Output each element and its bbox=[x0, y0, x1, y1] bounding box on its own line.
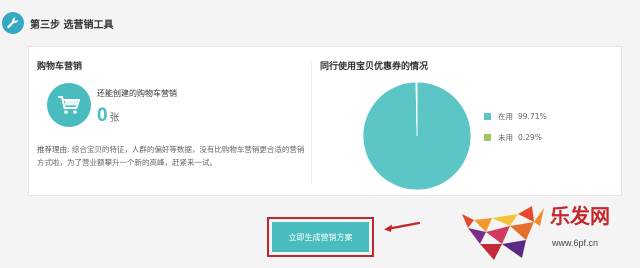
recommend-reason: 推荐理由: 综合宝贝的特征，人群的偏好等数据，没有比购物车营销更合适的营销方式啦… bbox=[37, 143, 305, 169]
bull-logo-icon bbox=[462, 206, 544, 260]
legend-item-unused: 未用 0.29% bbox=[484, 132, 547, 143]
annotation-arrow-icon bbox=[384, 221, 421, 232]
recommend-reason-label: 推荐理由: bbox=[37, 145, 70, 154]
pie-svg bbox=[362, 81, 472, 191]
remaining-count-unit: 张 bbox=[109, 113, 120, 124]
shopping-cart-icon bbox=[47, 83, 91, 127]
watermark: 乐发网 www.6pf.cn bbox=[452, 200, 640, 264]
recommend-reason-text: 综合宝贝的特征，人群的偏好等数据，没有比购物车营销更合适的营销方式啦，为了营业额… bbox=[37, 145, 305, 167]
legend-label: 未用 bbox=[498, 133, 513, 142]
watermark-brand: 乐发网 bbox=[550, 204, 610, 228]
pie-legend: 在用 99.71% 未用 0.29% bbox=[484, 111, 547, 153]
coupon-usage-pie-chart bbox=[362, 81, 472, 191]
step-title: 第三步 选营销工具 bbox=[30, 20, 114, 31]
legend-swatch bbox=[484, 134, 491, 141]
cart-marketing-title: 购物车营销 bbox=[37, 62, 83, 72]
remaining-count-value: 0 bbox=[97, 105, 108, 126]
wrench-icon bbox=[2, 12, 24, 34]
legend-swatch bbox=[484, 113, 491, 120]
cart-marketing-panel: 购物车营销 还能创建的购物车营销 0张 推荐理由: 综合宝贝的特征，人群的偏好等… bbox=[29, 47, 311, 195]
marketing-tool-card: 购物车营销 还能创建的购物车营销 0张 推荐理由: 综合宝贝的特征，人群的偏好等… bbox=[28, 46, 622, 196]
watermark-url: www.6pf.cn bbox=[552, 238, 599, 248]
remaining-count: 0张 bbox=[97, 105, 120, 127]
legend-label: 在用 bbox=[498, 112, 513, 121]
legend-item-in-use: 在用 99.71% bbox=[484, 111, 547, 122]
legend-value: 99.71% bbox=[518, 112, 547, 121]
coupon-usage-panel: 同行使用宝贝优惠券的情况 在用 99.71% 未用 0.29% bbox=[312, 47, 623, 195]
legend-value: 0.29% bbox=[518, 133, 542, 142]
remaining-cart-label: 还能创建的购物车营销 bbox=[97, 89, 177, 98]
generate-plan-button[interactable]: 立即生成营销方案 bbox=[272, 222, 369, 252]
coupon-usage-title: 同行使用宝贝优惠券的情况 bbox=[320, 62, 429, 72]
